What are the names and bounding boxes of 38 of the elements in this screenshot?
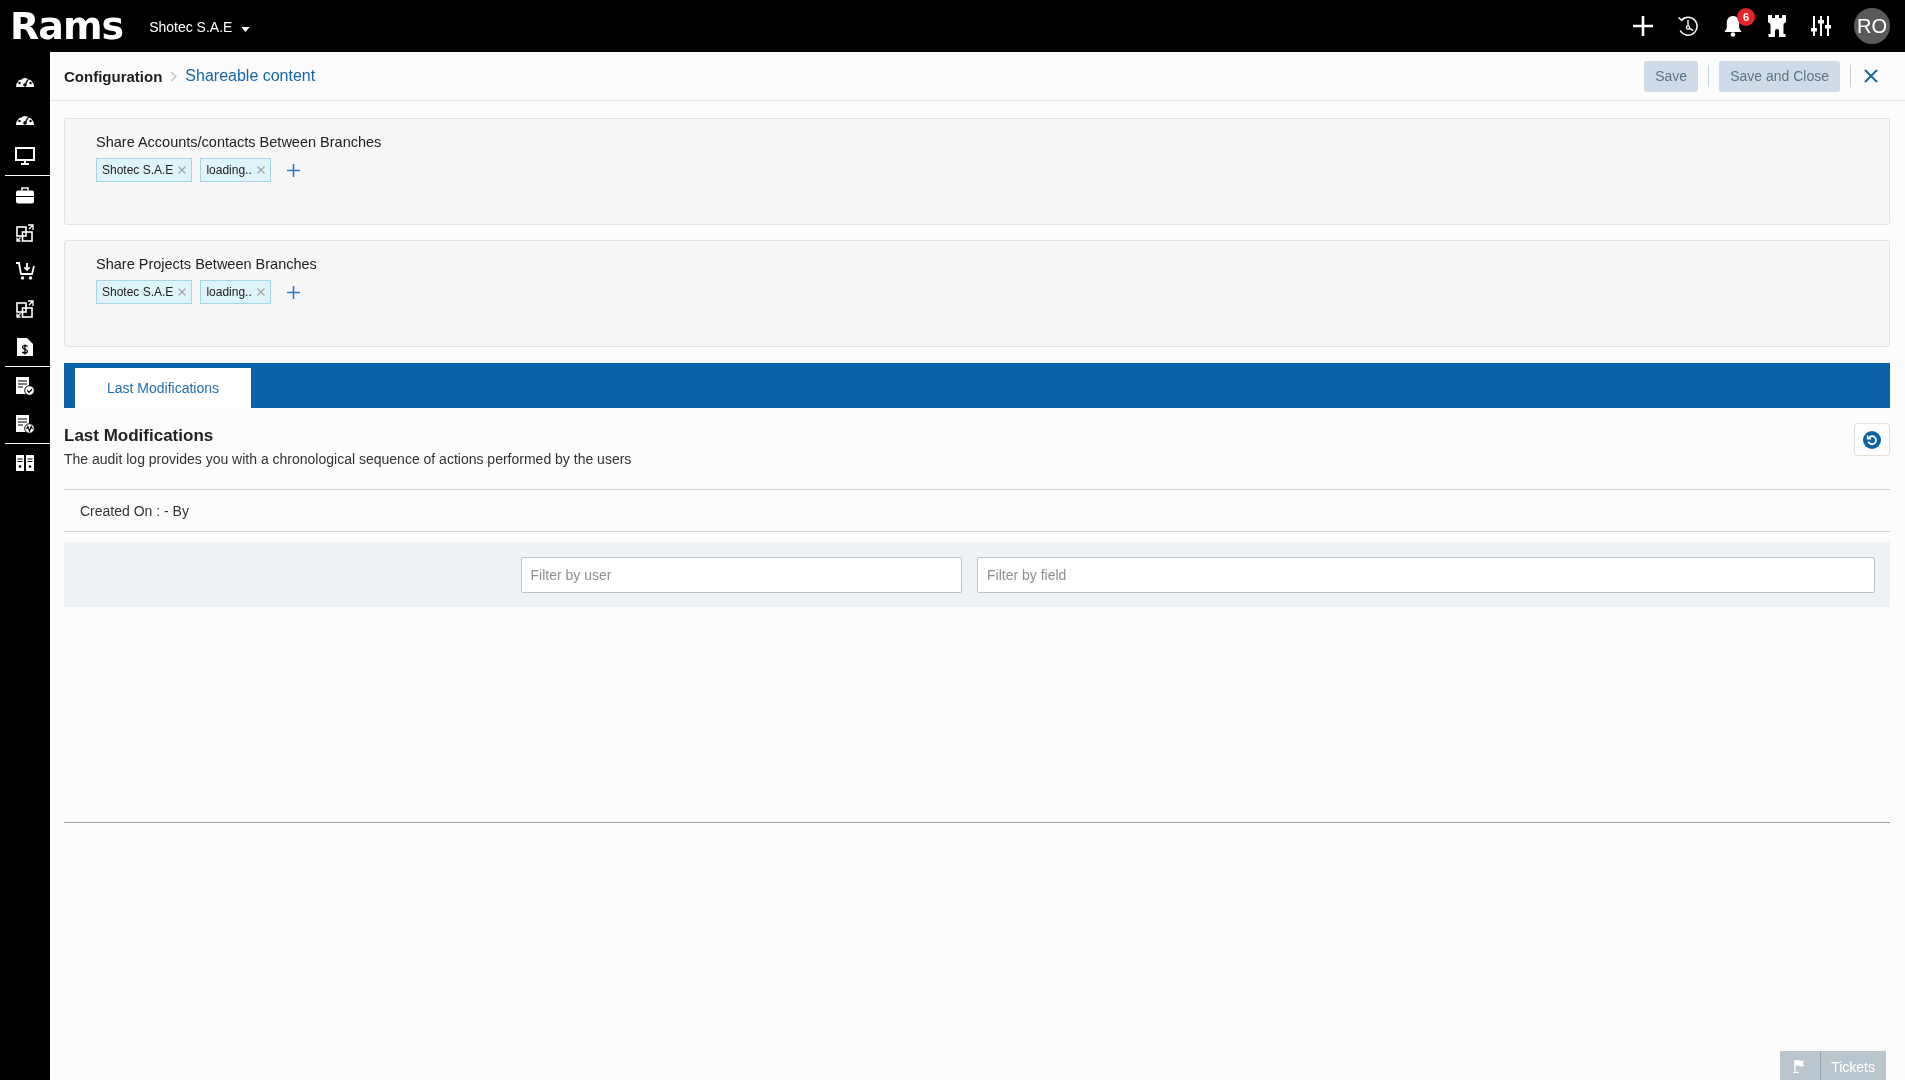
- tag-label: Shotec S.A.E: [102, 163, 174, 177]
- add-icon[interactable]: [286, 163, 300, 177]
- plus-icon[interactable]: [1631, 14, 1655, 38]
- tower-icon[interactable]: [1766, 14, 1788, 38]
- columns-icon[interactable]: [15, 454, 35, 472]
- section-title: Share Projects Between Branches: [96, 256, 317, 272]
- refresh-icon: [1863, 430, 1881, 449]
- refresh-button[interactable]: [1854, 423, 1890, 456]
- document-check-icon[interactable]: [15, 376, 35, 396]
- chevron-icon: [170, 70, 178, 82]
- overlapping-squares-icon[interactable]: [16, 224, 34, 242]
- notification-badge: 6: [1737, 8, 1755, 26]
- logo: Rams: [10, 4, 124, 48]
- dollar-document-icon[interactable]: [16, 337, 34, 357]
- document-wave-icon[interactable]: [15, 414, 35, 434]
- created-info: Created On : - By: [80, 502, 189, 519]
- section-heading: Last Modifications: [64, 426, 214, 445]
- section-description: The audit log provides you with a chronological sequence of actions performed by the users: [64, 451, 632, 467]
- input-field[interactable]: Filter by field: [977, 556, 1875, 593]
- input-field[interactable]: Filter by user: [520, 556, 962, 593]
- cart-icon[interactable]: [15, 261, 35, 281]
- tag-label: loading..: [206, 163, 252, 177]
- company-selector[interactable]: Shotec S.A.E: [149, 17, 251, 35]
- sliders-icon[interactable]: [1809, 14, 1833, 38]
- overlapping-squares-icon[interactable]: [16, 300, 34, 318]
- breadcrumb-current: Shareable content: [185, 67, 316, 85]
- add-icon[interactable]: [286, 285, 300, 299]
- tab[interactable]: Last Modifications: [75, 368, 252, 408]
- breadcrumb-link[interactable]: Configuration: [64, 67, 163, 85]
- close-icon[interactable]: [1864, 69, 1878, 83]
- section-title: Share Accounts/contacts Between Branches: [96, 134, 382, 150]
- history-icon[interactable]: [1676, 14, 1700, 38]
- tag-label: loading..: [206, 285, 252, 299]
- user-avatar[interactable]: RO: [1854, 8, 1890, 44]
- caret-icon: [241, 26, 251, 32]
- monitor-icon[interactable]: [15, 147, 35, 165]
- tag-label: Shotec S.A.E: [102, 285, 174, 299]
- briefcase-icon[interactable]: [15, 186, 35, 204]
